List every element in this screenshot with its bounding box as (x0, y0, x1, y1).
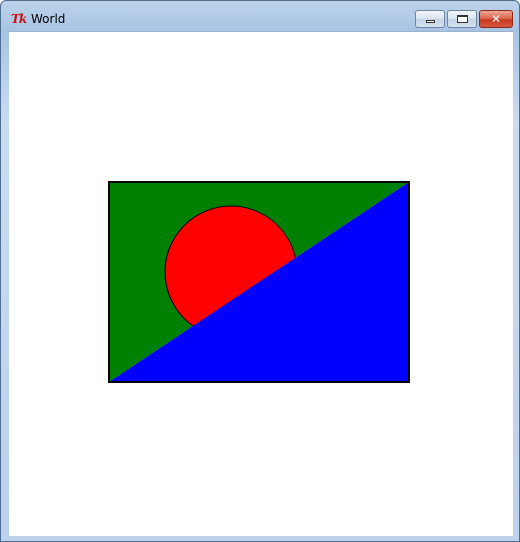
title-bar[interactable]: Tk World ✕ (1, 1, 519, 31)
maximize-button[interactable] (447, 10, 477, 28)
canvas-area[interactable] (9, 31, 513, 536)
maximize-icon (457, 15, 468, 23)
close-button[interactable]: ✕ (479, 10, 513, 28)
window-title: World (31, 12, 66, 26)
minimize-icon (426, 20, 435, 23)
app-window: Tk World ✕ (0, 0, 520, 542)
minimize-button[interactable] (415, 10, 445, 28)
drawing-canvas[interactable] (9, 32, 513, 536)
tk-feather-icon[interactable]: Tk (11, 11, 29, 27)
close-icon: ✕ (490, 12, 502, 26)
